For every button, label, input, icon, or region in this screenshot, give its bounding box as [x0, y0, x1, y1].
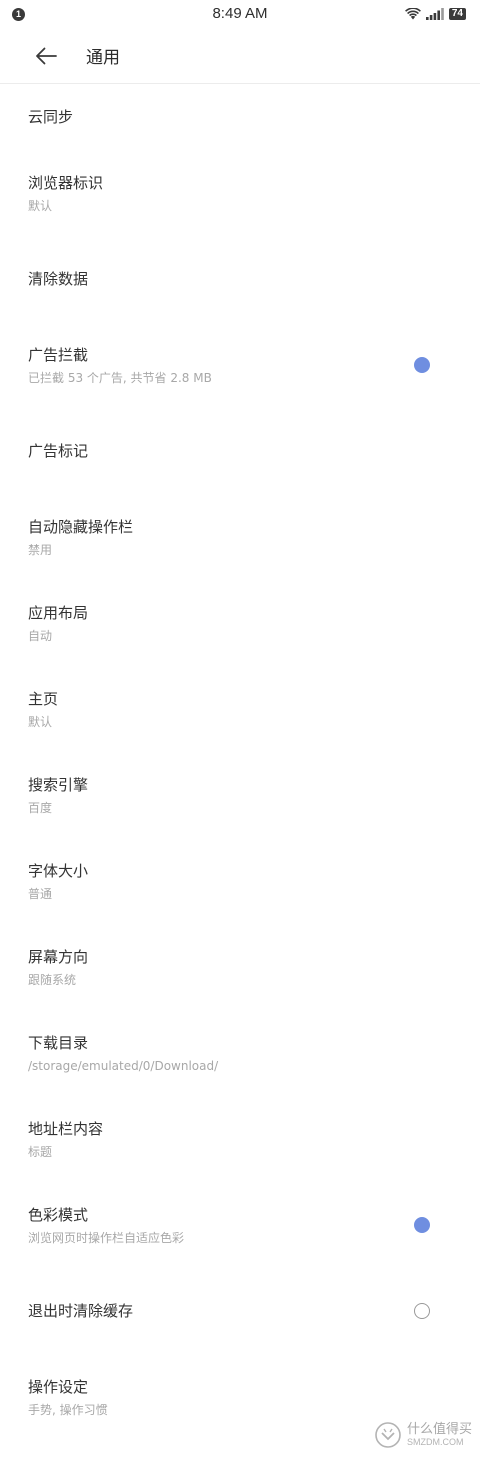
toggle-on-indicator[interactable] — [414, 1217, 430, 1233]
settings-item-title: 主页 — [28, 689, 59, 708]
signal-icon — [425, 5, 444, 24]
settings-item[interactable]: 清除数据 — [0, 236, 480, 322]
settings-item[interactable]: 地址栏内容 标题 — [0, 1096, 480, 1182]
settings-item-title: 操作设定 — [28, 1377, 89, 1396]
settings-item-title: 色彩模式 — [28, 1205, 89, 1224]
settings-item[interactable]: 浏览器标识 默认 — [0, 150, 480, 236]
wifi-icon — [404, 5, 421, 24]
settings-item[interactable]: 云同步 — [0, 84, 480, 150]
settings-item-subtitle: 自动 — [28, 628, 53, 643]
settings-item-title: 云同步 — [28, 108, 74, 126]
settings-item-subtitle: 手势, 操作习惯 — [28, 1402, 108, 1417]
toggle-off-indicator[interactable] — [414, 1303, 430, 1319]
settings-item[interactable]: 屏幕方向 跟随系统 — [0, 924, 480, 1010]
settings-item[interactable]: 色彩模式浏览网页时操作栏自适应色彩 — [0, 1182, 480, 1268]
settings-item-title: 自动隐藏操作栏 — [28, 517, 134, 536]
watermark: 什么值得买 SMZDM.COM — [373, 1420, 472, 1450]
settings-item-subtitle: 普通 — [28, 886, 53, 901]
settings-item-title: 字体大小 — [28, 861, 89, 880]
settings-item-subtitle: 标题 — [28, 1144, 53, 1159]
settings-item-subtitle: 浏览网页时操作栏自适应色彩 — [28, 1230, 185, 1245]
settings-item[interactable]: 退出时清除缓存 — [0, 1268, 480, 1354]
settings-item[interactable]: 下载目录/storage/emulated/0/Download/ — [0, 1010, 480, 1096]
settings-item[interactable]: 应用布局 自动 — [0, 580, 480, 666]
settings-list: 云同步 浏览器标识 默认 清除数据 广告拦截 已拦截 53 个广告, 共节省 2.8 MB… — [0, 84, 480, 1458]
settings-item-title: 下载目录 — [28, 1033, 89, 1052]
arrow-left-icon — [36, 47, 57, 64]
settings-page: 1 8:49 AM 74 通用 云同步 浏览器标识 默认 清除数据 广告拦截 已… — [0, 0, 480, 1458]
settings-item[interactable]: 字体大小 普通 — [0, 838, 480, 924]
settings-item[interactable]: 自动隐藏操作栏 禁用 — [0, 494, 480, 580]
settings-item-title: 清除数据 — [28, 270, 89, 288]
settings-item-subtitle: 百度 — [28, 800, 53, 815]
settings-item[interactable]: 搜索引擎 百度 — [0, 752, 480, 838]
settings-item-subtitle: 禁用 — [28, 542, 53, 557]
app-header: 通用 — [0, 28, 480, 84]
settings-item-title: 地址栏内容 — [28, 1119, 104, 1138]
settings-item[interactable]: 广告标记 — [0, 408, 480, 494]
page-title: 通用 — [86, 48, 120, 68]
settings-item[interactable]: 主页 默认 — [0, 666, 480, 752]
settings-item-subtitle: /storage/emulated/0/Download/ — [28, 1058, 219, 1073]
settings-item-subtitle: 跟随系统 — [28, 972, 77, 987]
settings-item-subtitle: 默认 — [28, 198, 53, 213]
settings-item-subtitle: 已拦截 53 个广告, 共节省 2.8 MB — [28, 370, 212, 385]
watermark-en: SMZDM.COM — [406, 1437, 464, 1447]
settings-item-title: 广告标记 — [28, 442, 89, 460]
settings-item[interactable]: 广告拦截已拦截 53 个广告, 共节省 2.8 MB — [0, 322, 480, 408]
settings-item-title: 应用布局 — [28, 603, 89, 622]
status-bar: 1 8:49 AM 74 — [0, 0, 480, 28]
settings-item-title: 广告拦截 — [28, 345, 89, 364]
settings-item-subtitle: 默认 — [28, 714, 53, 729]
watermark-cn: 什么值得买 — [406, 1422, 472, 1437]
toggle-on-indicator[interactable] — [414, 357, 430, 373]
settings-item-title: 搜索引擎 — [28, 775, 89, 794]
settings-item-title: 退出时清除缓存 — [28, 1302, 134, 1320]
settings-item-title: 屏幕方向 — [28, 947, 89, 966]
settings-item-title: 浏览器标识 — [28, 173, 104, 192]
battery-icon: 74 — [448, 8, 466, 20]
smzdm-logo-icon — [375, 1422, 401, 1448]
back-button[interactable] — [26, 36, 66, 76]
status-icons: 74 — [404, 5, 466, 24]
